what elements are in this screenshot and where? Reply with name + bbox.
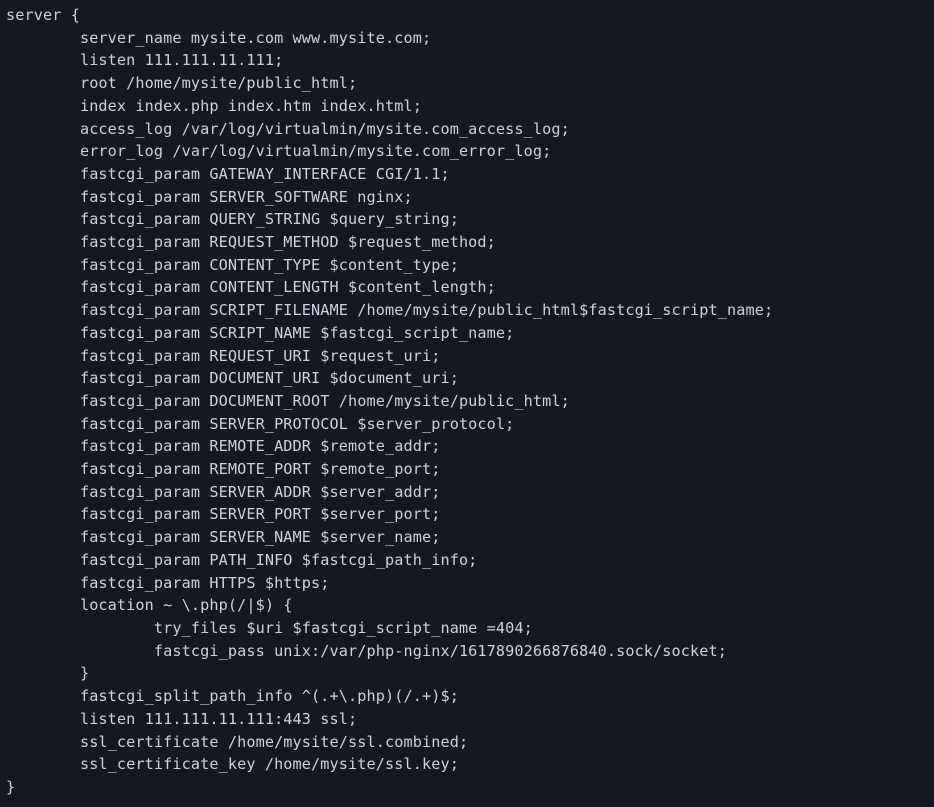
nginx-config-block: server { server_name mysite.com www.mysi… — [0, 0, 934, 803]
